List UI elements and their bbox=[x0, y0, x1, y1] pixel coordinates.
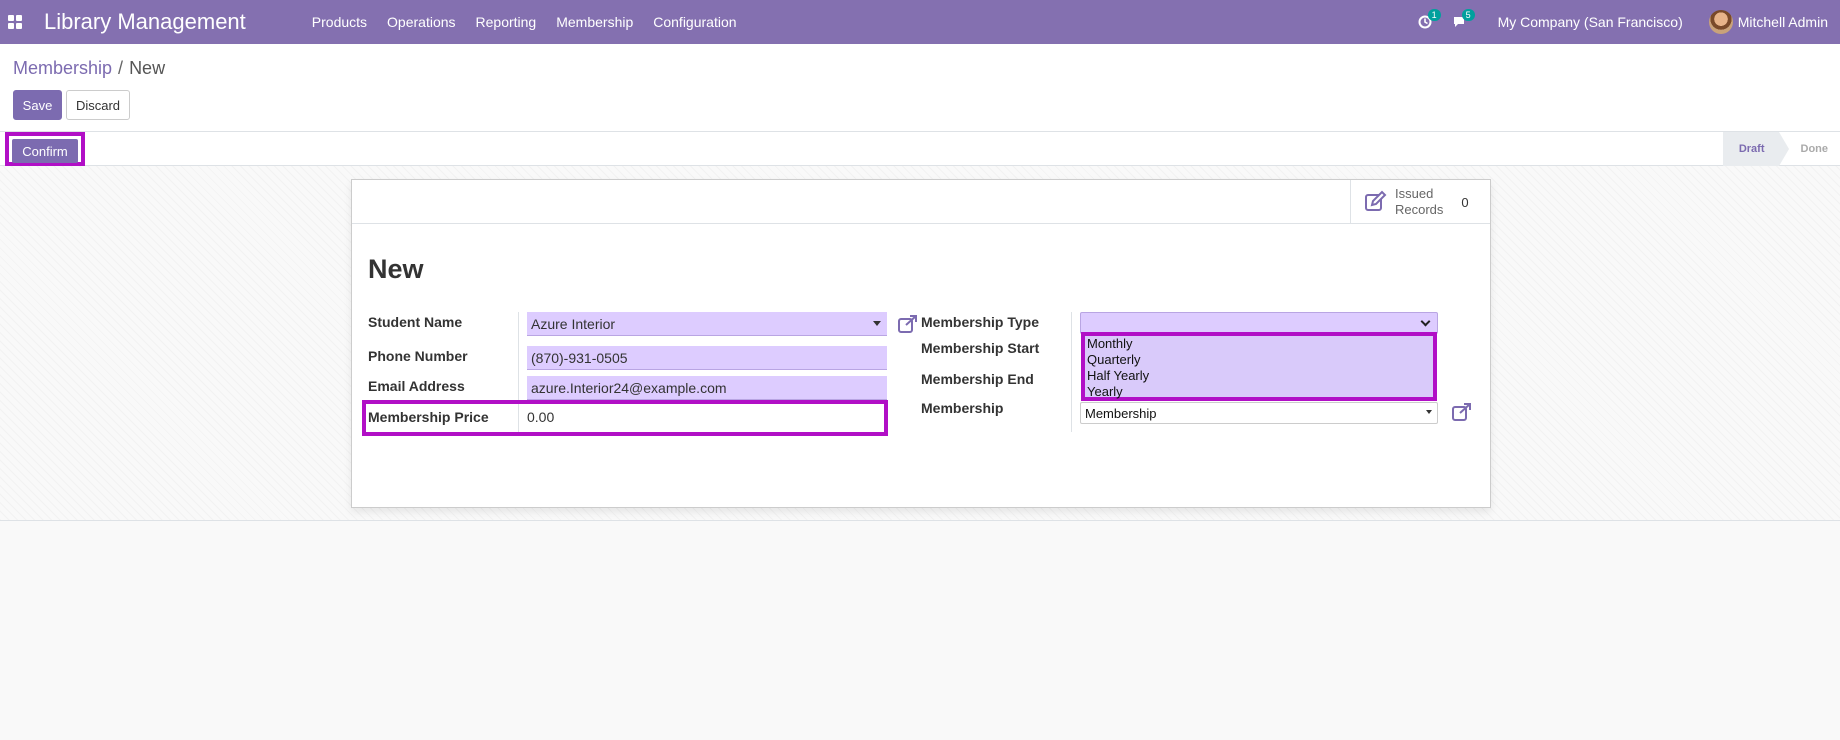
issued-records-label-line1: Issued bbox=[1395, 186, 1434, 201]
activities-button[interactable]: 1 bbox=[1418, 9, 1441, 29]
membership-type-select[interactable] bbox=[1080, 312, 1438, 334]
button-box: Issued Records 0 bbox=[352, 180, 1490, 224]
membership-price-field[interactable]: 0.00 bbox=[527, 409, 554, 425]
activities-badge: 1 bbox=[1427, 9, 1441, 21]
menu-configuration[interactable]: Configuration bbox=[643, 14, 746, 30]
option-quarterly[interactable]: Quarterly bbox=[1085, 352, 1433, 368]
company-switcher[interactable]: My Company (San Francisco) bbox=[1498, 14, 1683, 30]
confirm-highlight: Confirm bbox=[5, 132, 85, 166]
email-address-field[interactable]: azure.Interior24@example.com bbox=[527, 376, 887, 400]
membership-price-label: Membership Price bbox=[368, 409, 489, 425]
apps-menu-icon[interactable] bbox=[8, 15, 22, 29]
option-monthly[interactable]: Monthly bbox=[1085, 336, 1433, 352]
right-group-divider bbox=[1071, 312, 1072, 432]
statusbar: Confirm Draft Done bbox=[0, 132, 1840, 166]
caret-down-icon bbox=[1426, 410, 1432, 414]
student-name-field[interactable]: Azure Interior bbox=[527, 312, 887, 336]
confirm-button[interactable]: Confirm bbox=[12, 139, 78, 163]
app-title[interactable]: Library Management bbox=[44, 9, 246, 35]
save-button[interactable]: Save bbox=[13, 90, 62, 120]
phone-number-label: Phone Number bbox=[368, 348, 468, 364]
discard-button[interactable]: Discard bbox=[66, 90, 130, 120]
membership-type-dropdown: Monthly Quarterly Half Yearly Yearly bbox=[1081, 332, 1437, 401]
email-address-label: Email Address bbox=[368, 378, 465, 394]
status-draft[interactable]: Draft bbox=[1722, 132, 1789, 166]
menu-membership[interactable]: Membership bbox=[546, 14, 643, 30]
control-panel: Membership / New Save Discard bbox=[0, 44, 1840, 132]
breadcrumb: Membership / New bbox=[13, 58, 165, 79]
student-name-value: Azure Interior bbox=[531, 315, 616, 332]
external-link-icon[interactable] bbox=[1451, 402, 1473, 422]
breadcrumb-separator: / bbox=[118, 58, 124, 78]
page-background bbox=[0, 522, 1840, 740]
main-menu: Products Operations Reporting Membership… bbox=[302, 14, 747, 30]
membership-type-label: Membership Type bbox=[921, 314, 1039, 330]
record-title: New bbox=[368, 254, 424, 284]
form-sheet: Issued Records 0 New Student Name Phone … bbox=[351, 179, 1491, 508]
chevron-down-icon bbox=[1420, 316, 1431, 327]
issued-records-count: 0 bbox=[1461, 194, 1469, 210]
systray: 1 5 My Company (San Francisco) Mitchell … bbox=[1418, 0, 1840, 44]
edit-icon bbox=[1365, 190, 1387, 211]
status-done[interactable]: Done bbox=[1779, 132, 1840, 166]
membership-label: Membership bbox=[921, 400, 1004, 416]
status-steps: Draft Done bbox=[1722, 132, 1840, 166]
breadcrumb-membership[interactable]: Membership bbox=[13, 58, 112, 79]
issued-records-button[interactable]: Issued Records 0 bbox=[1350, 180, 1490, 224]
option-yearly[interactable]: Yearly bbox=[1085, 384, 1433, 400]
messages-button[interactable]: 5 bbox=[1452, 9, 1475, 29]
menu-operations[interactable]: Operations bbox=[377, 14, 465, 30]
membership-start-label: Membership Start bbox=[921, 340, 1040, 356]
messages-badge: 5 bbox=[1461, 9, 1475, 21]
student-name-label: Student Name bbox=[368, 314, 463, 330]
phone-number-field[interactable]: (870)-931-0505 bbox=[527, 346, 887, 370]
membership-value: Membership bbox=[1085, 405, 1157, 421]
issued-records-label: Issued Records bbox=[1395, 186, 1443, 218]
membership-field[interactable]: Membership bbox=[1080, 402, 1438, 424]
menu-products[interactable]: Products bbox=[302, 14, 377, 30]
menu-reporting[interactable]: Reporting bbox=[466, 14, 547, 30]
issued-records-label-line2: Records bbox=[1395, 202, 1444, 217]
option-half-yearly[interactable]: Half Yearly bbox=[1085, 368, 1433, 384]
external-link-icon[interactable] bbox=[897, 314, 919, 334]
caret-down-icon[interactable] bbox=[873, 321, 881, 326]
avatar bbox=[1708, 10, 1733, 34]
breadcrumb-current: New bbox=[129, 58, 166, 78]
user-name: Mitchell Admin bbox=[1737, 14, 1828, 30]
top-navbar: Library Management Products Operations R… bbox=[0, 0, 1840, 44]
user-menu[interactable]: Mitchell Admin bbox=[1708, 10, 1828, 34]
membership-end-label: Membership End bbox=[921, 371, 1034, 387]
